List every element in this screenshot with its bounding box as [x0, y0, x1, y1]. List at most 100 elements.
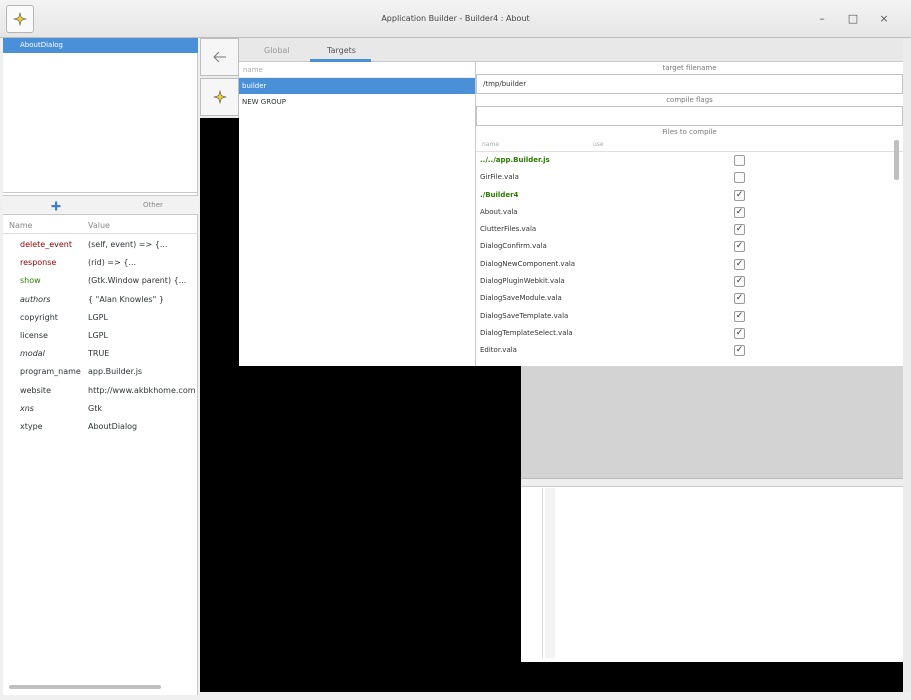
minimize-button[interactable]: – [815, 12, 829, 26]
use-checkbox[interactable] [734, 172, 745, 184]
file-name: DialogTemplateSelect.vala [480, 328, 573, 337]
properties-list: delete_event (self, event) => {... respon… [3, 236, 198, 436]
use-checkbox[interactable]: ✓ [734, 293, 745, 305]
target-filename-input[interactable]: /tmp/builder [476, 74, 903, 94]
builder-button[interactable] [200, 78, 239, 116]
property-key: xns [20, 403, 34, 413]
property-key: license [20, 330, 48, 340]
file-row[interactable]: About.vala ✓ [476, 204, 903, 221]
files-name-header[interactable]: name [482, 141, 499, 148]
tab-targets[interactable]: Targets [327, 46, 356, 55]
property-value: app.Builder.js [88, 367, 143, 377]
property-key: response [20, 258, 57, 268]
file-name: GirFile.vala [480, 173, 519, 182]
property-row[interactable]: authors { "Alan Knowles" } [3, 291, 198, 309]
property-row[interactable]: website http://www.akbkhome.com [3, 382, 198, 400]
files-use-header[interactable]: use [593, 141, 604, 148]
use-checkbox[interactable]: ✓ [734, 224, 745, 236]
compile-output-panel [521, 478, 903, 662]
property-key: delete_event [20, 240, 72, 249]
property-key: show [20, 276, 41, 286]
property-row[interactable]: modal TRUE [3, 345, 198, 363]
file-row[interactable]: DialogNewComponent.vala ✓ [476, 256, 903, 273]
status-bar [200, 692, 911, 700]
compile-output-header [521, 479, 903, 487]
back-arrow-icon [212, 51, 226, 63]
target-config: target filename /tmp/builder compile fla… [476, 62, 903, 366]
file-name: ./Builder4 [480, 190, 519, 199]
property-value: (self, event) => {... [88, 240, 168, 249]
file-row[interactable]: DialogSaveModule.vala ✓ [476, 290, 903, 307]
file-row[interactable]: DialogPluginWebkit.vala ✓ [476, 273, 903, 290]
file-name: ../../app.Builder.js [480, 156, 550, 164]
title-bar: Application Builder - Builder4 : About –… [0, 0, 911, 38]
compile-line-numbers [545, 488, 555, 658]
file-name: DialogNewComponent.vala [480, 259, 576, 268]
use-checkbox[interactable]: ✓ [734, 327, 745, 339]
horizontal-scrollbar[interactable] [9, 685, 161, 689]
use-checkbox[interactable]: ✓ [734, 345, 745, 357]
use-checkbox[interactable]: ✓ [734, 189, 745, 201]
file-row[interactable]: GirFile.vala [476, 169, 903, 186]
use-checkbox[interactable]: ✓ [734, 241, 745, 253]
column-value-header[interactable]: Value [88, 221, 110, 230]
add-property-tab[interactable] [3, 196, 108, 215]
file-name: DialogPluginWebkit.vala [480, 277, 565, 286]
close-button[interactable]: × [877, 12, 891, 26]
file-row[interactable]: ../../app.Builder.js [476, 152, 903, 169]
file-name: Editor.vala [480, 346, 517, 355]
use-checkbox[interactable]: ✓ [734, 310, 745, 322]
tab-global[interactable]: Global [264, 46, 290, 55]
file-row[interactable]: DialogTemplateSelect.vala ✓ [476, 325, 903, 342]
tab-other[interactable]: Other [108, 196, 198, 215]
column-name-header[interactable]: Name [9, 221, 33, 230]
property-value: TRUE [88, 349, 110, 359]
property-value: Gtk [88, 403, 102, 413]
property-row[interactable]: program_name app.Builder.js [3, 363, 198, 381]
right-edge [903, 38, 911, 700]
tree-item-aboutdialog[interactable]: AboutDialog [3, 38, 198, 53]
property-row[interactable]: response (rid) => {... [3, 254, 198, 272]
files-list: ../../app.Builder.js GirFile.vala ./Builde… [476, 152, 903, 360]
file-row[interactable]: DialogSaveTemplate.vala ✓ [476, 308, 903, 325]
compile-flags-input[interactable] [476, 106, 903, 126]
property-row[interactable]: copyright LGPL [3, 309, 198, 327]
file-row[interactable]: Editor.vala ✓ [476, 342, 903, 359]
file-name: DialogConfirm.vala [480, 242, 547, 251]
property-key: modal [20, 349, 45, 359]
use-checkbox[interactable]: ✓ [734, 258, 745, 270]
use-checkbox[interactable] [734, 155, 745, 166]
property-key: xtype [20, 421, 43, 431]
side-toolbar [200, 38, 239, 118]
component-tree: AboutDialog [3, 38, 198, 193]
properties-header: Name Value [3, 218, 198, 234]
target-row-builder[interactable]: builder [239, 78, 475, 94]
back-button[interactable] [200, 38, 239, 76]
window-title: Application Builder - Builder4 : About [381, 14, 530, 23]
use-checkbox[interactable]: ✓ [734, 206, 745, 218]
property-key: program_name [20, 367, 81, 377]
vertical-scrollbar[interactable] [894, 140, 899, 180]
target-row-new-group[interactable]: NEW GROUP [239, 94, 475, 110]
property-value: (Gtk.Window parent) {... [88, 276, 187, 286]
maximize-button[interactable]: □ [846, 12, 860, 26]
file-row[interactable]: DialogConfirm.vala ✓ [476, 238, 903, 255]
use-checkbox[interactable]: ✓ [734, 276, 745, 288]
star-icon [212, 90, 227, 104]
property-value: LGPL [88, 312, 108, 322]
property-value: AboutDialog [88, 421, 138, 431]
property-row[interactable]: xns Gtk [3, 400, 198, 418]
property-row[interactable]: show (Gtk.Window parent) {... [3, 272, 198, 290]
property-row[interactable]: xtype AboutDialog [3, 418, 198, 436]
property-row[interactable]: license LGPL [3, 327, 198, 345]
file-row[interactable]: ClutterFiles.vala ✓ [476, 221, 903, 238]
property-row[interactable]: delete_event (self, event) => {... [3, 236, 198, 254]
file-name: DialogSaveTemplate.vala [480, 311, 569, 320]
property-value: http://www.akbkhome.com [88, 385, 196, 395]
file-row[interactable]: ./Builder4 ✓ [476, 187, 903, 204]
targets-column-header[interactable]: name [239, 62, 475, 78]
plus-icon [51, 201, 60, 210]
target-filename-label: target filename [662, 64, 717, 72]
compile-output-gutter [521, 488, 543, 658]
property-key: website [20, 385, 51, 395]
